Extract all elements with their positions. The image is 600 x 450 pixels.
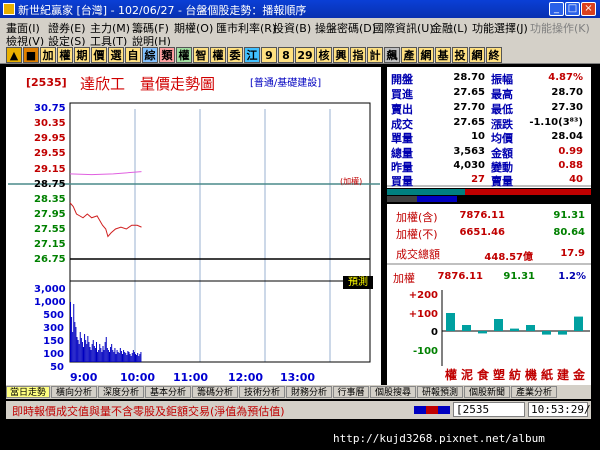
sector-bar bbox=[510, 328, 519, 331]
ask-label: 賣出 bbox=[391, 103, 413, 116]
analysis-tab-bar: 當日走勢 橫向分析 深度分析 基本分析 籌碼分析 技術分析 財務分析 行事曆 個… bbox=[6, 385, 591, 399]
strength-buy bbox=[387, 189, 465, 195]
sector-bar bbox=[494, 319, 503, 331]
index-excl-change: 80.64 bbox=[553, 227, 585, 238]
yesterday-volume-value: 4,030 bbox=[453, 160, 485, 171]
index-incl-change: 91.31 bbox=[553, 210, 585, 221]
index-incl-value: 7876.11 bbox=[459, 210, 505, 221]
sector-index-change: 91.31 bbox=[503, 271, 535, 282]
sector-label: 泥 bbox=[461, 368, 474, 382]
strength-down bbox=[417, 196, 457, 202]
sector-bar bbox=[526, 325, 535, 331]
amplitude-value: 4.87% bbox=[548, 72, 583, 83]
bid-value: 27.65 bbox=[453, 87, 485, 98]
sector-bar bbox=[542, 331, 551, 335]
index-excl-label: 加權(不) bbox=[396, 228, 438, 241]
average-price-label: 均價 bbox=[491, 132, 513, 145]
sector-bar bbox=[462, 325, 471, 331]
sector-label: 機 bbox=[525, 368, 538, 382]
sector-label: 紡 bbox=[509, 368, 522, 382]
index-incl-label: 加權(含) bbox=[396, 211, 438, 224]
footer-url: http://kujd3268.pixnet.net/album bbox=[333, 432, 545, 445]
strength-neutral bbox=[387, 196, 417, 202]
bar-tick-label: -100 bbox=[412, 346, 438, 357]
high-value: 28.70 bbox=[551, 87, 583, 98]
bar-tick-label: 0 bbox=[431, 327, 438, 338]
turnover-value: 0.88 bbox=[558, 160, 583, 171]
sector-bar bbox=[574, 316, 583, 331]
total-turnover-value: 448.57億 bbox=[484, 252, 533, 263]
tab-research[interactable]: 研報預測 bbox=[417, 386, 463, 398]
sell-volume-label: 賣量 bbox=[491, 175, 513, 188]
high-label: 最高 bbox=[491, 88, 513, 101]
sector-label: 金 bbox=[573, 368, 586, 382]
status-time-box: 10:53:29/ bbox=[528, 402, 591, 417]
tab-chips[interactable]: 籌碼分析 bbox=[192, 386, 238, 398]
sector-label: 權 bbox=[445, 368, 458, 382]
tab-intraday[interactable]: 當日走勢 bbox=[6, 386, 50, 398]
change-value: -1.10(3⁸³) bbox=[529, 117, 583, 128]
amount-value: 0.99 bbox=[558, 146, 583, 157]
buy-volume-label: 買量 bbox=[391, 175, 413, 188]
tab-stock-search[interactable]: 個股搜尋 bbox=[370, 386, 416, 398]
average-price-value: 28.04 bbox=[551, 131, 583, 142]
bar-tick-label: +200 bbox=[408, 290, 438, 301]
tab-industry[interactable]: 產業分析 bbox=[511, 386, 557, 398]
sector-label: 紙 bbox=[541, 368, 554, 382]
unit-volume-label: 單量 bbox=[391, 132, 413, 145]
open-label: 開盤 bbox=[391, 73, 413, 86]
sector-bar bbox=[478, 331, 487, 334]
strength-sell bbox=[465, 189, 591, 195]
sell-volume-value: 40 bbox=[569, 174, 583, 185]
tab-financial[interactable]: 財務分析 bbox=[286, 386, 332, 398]
total-volume-value: 3,563 bbox=[453, 146, 485, 157]
status-code-box: [2535 bbox=[453, 402, 525, 417]
bar-tick-label: +100 bbox=[408, 309, 438, 320]
sector-label: 食 bbox=[477, 368, 490, 382]
status-bar: 即時報價成交值與量不含零股及鉅額交易(淨值為預估值) [2535 10:53:2… bbox=[6, 401, 591, 419]
tab-horizontal[interactable]: 橫向分析 bbox=[51, 386, 97, 398]
amplitude-label: 振幅 bbox=[491, 73, 513, 86]
sector-index-label: 加權 bbox=[393, 272, 415, 285]
low-value: 27.30 bbox=[551, 102, 583, 113]
tab-news[interactable]: 個股新聞 bbox=[464, 386, 510, 398]
low-label: 最低 bbox=[491, 103, 513, 116]
buy-volume-value: 27 bbox=[471, 174, 485, 185]
unit-volume-value: 10 bbox=[471, 131, 485, 142]
sector-bar bbox=[558, 331, 567, 335]
total-turnover-change: 17.9 bbox=[560, 248, 585, 259]
tab-calendar[interactable]: 行事曆 bbox=[333, 386, 369, 398]
status-message: 即時報價成交值與量不含零股及鉅額交易(淨值為預估值) bbox=[12, 405, 285, 418]
tab-depth[interactable]: 深度分析 bbox=[98, 386, 144, 398]
total-turnover-label: 成交總額 bbox=[396, 248, 440, 261]
tab-technical[interactable]: 技術分析 bbox=[239, 386, 285, 398]
sector-label: 建 bbox=[557, 368, 570, 382]
ask-value: 27.70 bbox=[453, 102, 485, 113]
status-color-indicator bbox=[414, 406, 450, 414]
sector-bar bbox=[446, 313, 455, 331]
sector-index-value: 7876.11 bbox=[437, 271, 483, 282]
index-excl-value: 6651.46 bbox=[459, 227, 505, 238]
sector-index-pct: 1.2% bbox=[558, 271, 586, 282]
deal-value: 27.65 bbox=[453, 117, 485, 128]
open-value: 28.70 bbox=[453, 72, 485, 83]
tab-fundamental[interactable]: 基本分析 bbox=[145, 386, 191, 398]
bid-label: 買進 bbox=[391, 88, 413, 101]
sector-label: 塑 bbox=[493, 368, 506, 382]
